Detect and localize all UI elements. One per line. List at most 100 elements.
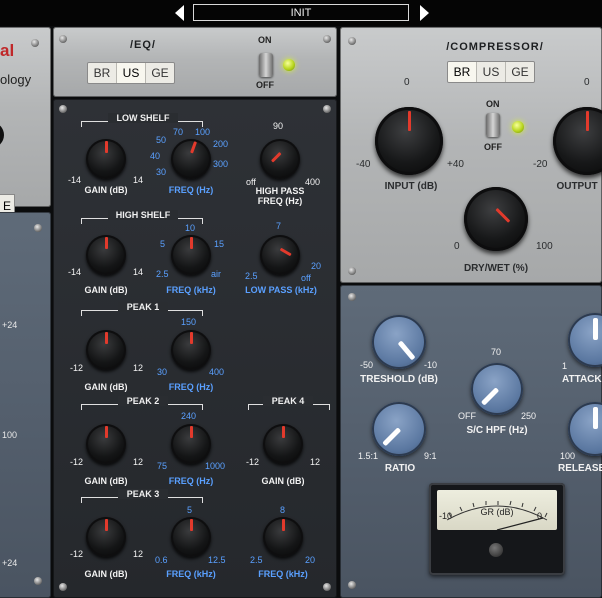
- peak2-gain-min: -12: [70, 457, 84, 467]
- peak3-gain-knob[interactable]: [86, 517, 126, 557]
- sc-hpf-knob[interactable]: [471, 363, 523, 415]
- peak2-freq-min: 75: [157, 461, 168, 471]
- low-shelf-freq-tick: 40: [150, 151, 161, 161]
- screw-icon: [31, 39, 39, 47]
- peak4-freq-mid: 8: [280, 505, 286, 515]
- low-shelf-freq-tick: 30: [156, 167, 167, 177]
- gain-reduction-meter: -10 0 GR (dB): [429, 483, 565, 575]
- dry-wet-max: 100: [536, 241, 553, 252]
- input-min: -40: [356, 159, 371, 170]
- eq-mode-us[interactable]: US: [117, 63, 146, 83]
- peak4-freq-max: 20: [305, 555, 316, 565]
- high-shelf-freq-knob[interactable]: [171, 235, 211, 275]
- low-shelf-freq-tick: 100: [195, 127, 211, 137]
- input-knob[interactable]: [375, 107, 443, 175]
- ratio-label: RATIO: [384, 463, 416, 474]
- sc-hpf-max: 250: [521, 411, 537, 421]
- peak4-gain-label: GAIN (dB): [261, 476, 305, 486]
- screw-icon: [348, 267, 356, 275]
- high-shelf-freq-tick: 10: [185, 223, 196, 233]
- output-min: -20: [533, 159, 548, 170]
- release-knob[interactable]: [568, 402, 602, 456]
- peak2-gain-knob[interactable]: [86, 424, 126, 464]
- attack-label: ATTACK: [562, 374, 602, 385]
- attack-knob[interactable]: [568, 313, 602, 367]
- peak1-freq-mid: 150: [181, 317, 197, 327]
- preset-name-display[interactable]: INIT: [193, 4, 409, 21]
- low-shelf-freq-knob[interactable]: [171, 139, 211, 179]
- low-shelf-head: LOW SHELF: [108, 113, 178, 123]
- peak1-head: PEAK 1: [118, 302, 168, 312]
- peak1-gain-max: 12: [133, 363, 144, 373]
- peak1-gain-knob[interactable]: [86, 330, 126, 370]
- left-dynamics-panel: +24 100 +24: [0, 212, 51, 598]
- peak4-gain-knob[interactable]: [263, 424, 303, 464]
- comp-power-toggle[interactable]: [486, 113, 500, 137]
- low-pass-knob[interactable]: [260, 235, 300, 275]
- low-shelf-gain-label: GAIN (dB): [84, 185, 128, 195]
- prev-preset-arrow-icon[interactable]: [175, 5, 184, 21]
- comp-mode-ge[interactable]: GE: [506, 62, 534, 82]
- eq-switch-on-label: ON: [258, 35, 272, 45]
- output-label: OUTPUT: [556, 181, 598, 192]
- low-pass-label: LOW PASS (kHz): [245, 285, 317, 295]
- low-shelf-freq-tick: 70: [173, 127, 184, 137]
- peak4-freq-knob[interactable]: [263, 517, 303, 557]
- peak3-gain-label: GAIN (dB): [84, 569, 128, 579]
- peak3-freq-min: 0.6: [155, 555, 168, 565]
- screw-icon: [348, 581, 356, 589]
- comp-mode-br[interactable]: BR: [448, 62, 477, 82]
- low-shelf-freq-tick: 200: [213, 139, 229, 149]
- ratio-min: 1.5:1: [358, 451, 379, 461]
- high-shelf-gain-max: 14: [133, 267, 144, 277]
- screw-icon: [34, 577, 42, 585]
- brand-knob[interactable]: [0, 122, 4, 148]
- peak1-freq-knob[interactable]: [171, 330, 211, 370]
- peak1-gain-label: GAIN (dB): [84, 382, 128, 392]
- high-shelf-gain-min: -14: [68, 267, 82, 277]
- peak4-gain-min: -12: [246, 457, 260, 467]
- compressor-dynamics-panel: -50 -10 TRESHOLD (dB) 1.5:1 9:1 RATIO 70…: [340, 285, 602, 598]
- eq-power-led: [283, 59, 295, 71]
- peak2-freq-knob[interactable]: [171, 424, 211, 464]
- high-shelf-freq-tick: 15: [214, 239, 225, 249]
- high-shelf-gain-knob[interactable]: [86, 235, 126, 275]
- low-shelf-gain-knob[interactable]: [86, 139, 126, 179]
- dry-wet-knob[interactable]: [464, 187, 528, 251]
- next-preset-arrow-icon[interactable]: [420, 5, 429, 21]
- left-brand-panel: al ology E: [0, 27, 51, 216]
- peak2-gain-max: 12: [133, 457, 144, 467]
- peak4-freq-min: 2.5: [250, 555, 263, 565]
- eq-mode-selector[interactable]: BR US GE: [87, 62, 175, 84]
- screw-icon: [59, 583, 67, 591]
- low-pass-max: 20: [311, 261, 322, 271]
- screw-icon: [323, 105, 331, 113]
- threshold-max: -10: [424, 360, 438, 370]
- peak3-gain-min: -12: [70, 549, 84, 559]
- comp-mode-us[interactable]: US: [477, 62, 506, 82]
- eq-mode-br[interactable]: BR: [88, 63, 117, 83]
- eq-mode-ge[interactable]: GE: [146, 63, 174, 83]
- threshold-knob[interactable]: [372, 315, 426, 369]
- high-pass-freq-knob[interactable]: [260, 139, 300, 179]
- ratio-max: 9:1: [424, 451, 437, 461]
- output-knob[interactable]: [553, 107, 602, 175]
- meter-screw-icon: [489, 543, 503, 557]
- peak1-gain-min: -12: [70, 363, 84, 373]
- release-label: RELEASE: [558, 463, 602, 474]
- peak4-gain-max: 12: [310, 457, 321, 467]
- release-min: 100: [560, 451, 576, 461]
- compressor-mode-selector[interactable]: BR US GE: [447, 61, 535, 83]
- high-shelf-freq-tick: 5: [160, 239, 166, 249]
- peak2-head: PEAK 2: [118, 396, 168, 406]
- threshold-min: -50: [360, 360, 374, 370]
- eq-switch-off-label: OFF: [256, 80, 274, 90]
- screw-icon: [323, 583, 331, 591]
- eq-power-toggle[interactable]: [259, 53, 273, 77]
- brand-name: al: [0, 41, 15, 60]
- low-shelf-freq-tick: 300: [213, 159, 229, 169]
- peak1-freq-min: 30: [157, 367, 168, 377]
- peak2-freq-label: FREQ (Hz): [168, 476, 214, 486]
- peak3-freq-knob[interactable]: [171, 517, 211, 557]
- ratio-knob[interactable]: [372, 402, 426, 456]
